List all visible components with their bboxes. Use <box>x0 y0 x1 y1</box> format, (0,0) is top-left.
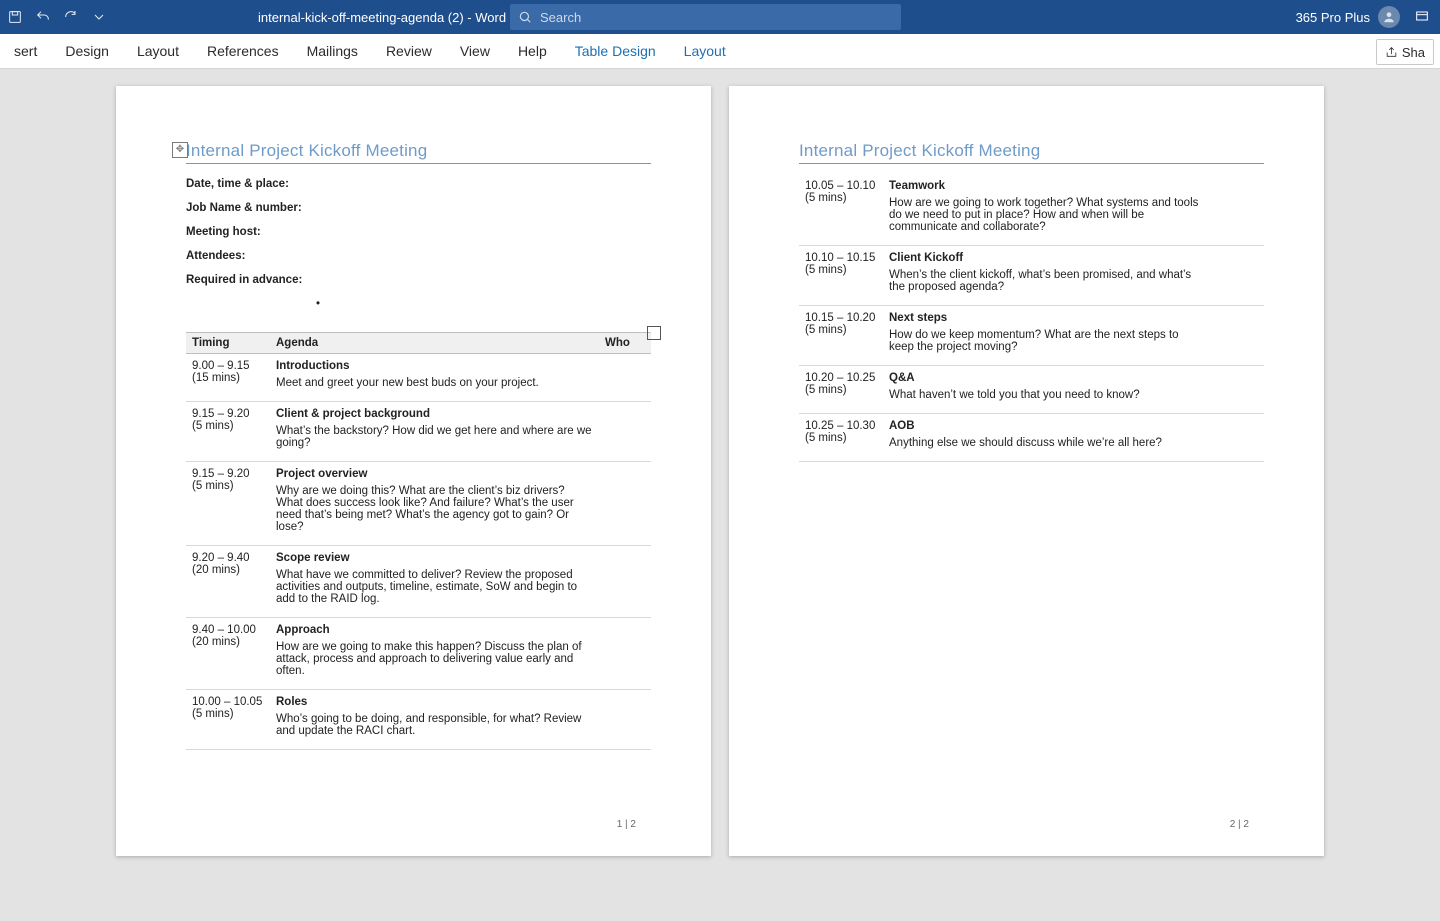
document-workspace[interactable]: ✥ Internal Project Kickoff Meeting Date,… <box>0 68 1440 921</box>
cell-agenda[interactable]: RolesWho’s going to be doing, and respon… <box>270 690 599 750</box>
field-required-bullet[interactable]: • <box>186 298 651 310</box>
cell-who[interactable] <box>1212 174 1264 246</box>
ribbon-display-icon[interactable] <box>1414 8 1430 27</box>
cell-who[interactable] <box>1212 414 1264 462</box>
redo-icon[interactable] <box>62 8 80 26</box>
tab-review[interactable]: Review <box>372 34 446 68</box>
cell-who[interactable] <box>599 546 651 618</box>
cell-timing[interactable]: 9.15 – 9.20(5 mins) <box>186 462 270 546</box>
page-number: 1 | 2 <box>617 819 636 830</box>
table-row[interactable]: 9.00 – 9.15(15 mins)IntroductionsMeet an… <box>186 354 651 402</box>
cell-who[interactable] <box>599 354 651 402</box>
tab-insert[interactable]: sert <box>0 34 51 68</box>
col-agenda: Agenda <box>270 333 599 354</box>
tab-layout[interactable]: Layout <box>123 34 193 68</box>
save-icon[interactable] <box>6 8 24 26</box>
cell-agenda[interactable]: Client KickoffWhen’s the client kickoff,… <box>883 246 1212 306</box>
cell-timing[interactable]: 9.15 – 9.20(5 mins) <box>186 402 270 462</box>
search-box[interactable]: Search <box>510 4 901 30</box>
tab-table-layout[interactable]: Layout <box>670 34 740 68</box>
table-row[interactable]: 9.20 – 9.40(20 mins)Scope reviewWhat hav… <box>186 546 651 618</box>
cell-agenda[interactable]: IntroductionsMeet and greet your new bes… <box>270 354 599 402</box>
cell-timing[interactable]: 10.10 – 10.15(5 mins) <box>799 246 883 306</box>
doc-heading[interactable]: Internal Project Kickoff Meeting <box>186 141 651 164</box>
table-row[interactable]: 10.10 – 10.15(5 mins)Client KickoffWhen’… <box>799 246 1264 306</box>
cell-agenda[interactable]: ApproachHow are we going to make this ha… <box>270 618 599 690</box>
search-icon <box>518 10 532 24</box>
document-page-1[interactable]: ✥ Internal Project Kickoff Meeting Date,… <box>116 86 711 856</box>
field-attendees[interactable]: Attendees: <box>186 250 651 262</box>
cell-who[interactable] <box>599 462 651 546</box>
ribbon: sert Design Layout References Mailings R… <box>0 34 1440 69</box>
account-label: 365 Pro Plus <box>1296 10 1370 25</box>
table-row[interactable]: 9.40 – 10.00(20 mins)ApproachHow are we … <box>186 618 651 690</box>
agenda-table[interactable]: Timing Agenda Who 9.00 – 9.15(15 mins)In… <box>186 332 651 750</box>
col-timing: Timing <box>186 333 270 354</box>
cell-who[interactable] <box>1212 366 1264 414</box>
document-page-2[interactable]: Internal Project Kickoff Meeting 10.05 –… <box>729 86 1324 856</box>
cell-who[interactable] <box>599 690 651 750</box>
tab-table-design[interactable]: Table Design <box>561 34 670 68</box>
cell-agenda[interactable]: Project overviewWhy are we doing this? W… <box>270 462 599 546</box>
qat-more-icon[interactable] <box>90 8 108 26</box>
cell-timing[interactable]: 9.20 – 9.40(20 mins) <box>186 546 270 618</box>
search-placeholder: Search <box>540 10 581 25</box>
cell-agenda[interactable]: Q&AWhat haven’t we told you that you nee… <box>883 366 1212 414</box>
table-row[interactable]: 9.15 – 9.20(5 mins)Client & project back… <box>186 402 651 462</box>
tab-help[interactable]: Help <box>504 34 561 68</box>
share-button[interactable]: Sha <box>1376 39 1434 65</box>
cell-agenda[interactable]: TeamworkHow are we going to work togethe… <box>883 174 1212 246</box>
table-row[interactable]: 10.25 – 10.30(5 mins)AOBAnything else we… <box>799 414 1264 462</box>
cell-who[interactable] <box>1212 306 1264 366</box>
table-row[interactable]: 10.00 – 10.05(5 mins)RolesWho’s going to… <box>186 690 651 750</box>
field-required[interactable]: Required in advance: <box>186 274 651 286</box>
field-host[interactable]: Meeting host: <box>186 226 651 238</box>
table-resize-handle-icon[interactable] <box>647 326 661 340</box>
tab-design[interactable]: Design <box>51 34 123 68</box>
cell-timing[interactable]: 10.25 – 10.30(5 mins) <box>799 414 883 462</box>
account-button[interactable]: 365 Pro Plus <box>1296 6 1400 28</box>
table-row[interactable]: 10.15 – 10.20(5 mins)Next stepsHow do we… <box>799 306 1264 366</box>
tab-view[interactable]: View <box>446 34 504 68</box>
cell-who[interactable] <box>599 618 651 690</box>
cell-who[interactable] <box>599 402 651 462</box>
cell-timing[interactable]: 10.00 – 10.05(5 mins) <box>186 690 270 750</box>
cell-timing[interactable]: 10.15 – 10.20(5 mins) <box>799 306 883 366</box>
table-row[interactable]: 9.15 – 9.20(5 mins)Project overviewWhy a… <box>186 462 651 546</box>
cell-agenda[interactable]: Scope reviewWhat have we committed to de… <box>270 546 599 618</box>
undo-icon[interactable] <box>34 8 52 26</box>
ribbon-tabs: sert Design Layout References Mailings R… <box>0 34 740 68</box>
user-avatar-icon <box>1378 6 1400 28</box>
share-icon <box>1385 46 1398 59</box>
table-row[interactable]: 10.05 – 10.10(5 mins)TeamworkHow are we … <box>799 174 1264 246</box>
meta-fields[interactable]: Date, time & place: Job Name & number: M… <box>186 178 651 310</box>
table-move-handle-icon[interactable]: ✥ <box>172 142 188 158</box>
field-date[interactable]: Date, time & place: <box>186 178 651 190</box>
field-job[interactable]: Job Name & number: <box>186 202 651 214</box>
cell-agenda[interactable]: AOBAnything else we should discuss while… <box>883 414 1212 462</box>
agenda-table[interactable]: 10.05 – 10.10(5 mins)TeamworkHow are we … <box>799 174 1264 462</box>
cell-who[interactable] <box>1212 246 1264 306</box>
cell-agenda[interactable]: Next stepsHow do we keep momentum? What … <box>883 306 1212 366</box>
doc-heading[interactable]: Internal Project Kickoff Meeting <box>799 141 1264 164</box>
tab-mailings[interactable]: Mailings <box>293 34 372 68</box>
window-title: internal-kick-off-meeting-agenda (2) - W… <box>258 10 506 25</box>
cell-timing[interactable]: 10.20 – 10.25(5 mins) <box>799 366 883 414</box>
cell-timing[interactable]: 9.40 – 10.00(20 mins) <box>186 618 270 690</box>
table-row[interactable]: 10.20 – 10.25(5 mins)Q&AWhat haven’t we … <box>799 366 1264 414</box>
col-who: Who <box>599 333 651 354</box>
cell-timing[interactable]: 9.00 – 9.15(15 mins) <box>186 354 270 402</box>
tab-references[interactable]: References <box>193 34 293 68</box>
cell-agenda[interactable]: Client & project backgroundWhat’s the ba… <box>270 402 599 462</box>
page-number: 2 | 2 <box>1230 819 1249 830</box>
title-bar: internal-kick-off-meeting-agenda (2) - W… <box>0 0 1440 34</box>
cell-timing[interactable]: 10.05 – 10.10(5 mins) <box>799 174 883 246</box>
